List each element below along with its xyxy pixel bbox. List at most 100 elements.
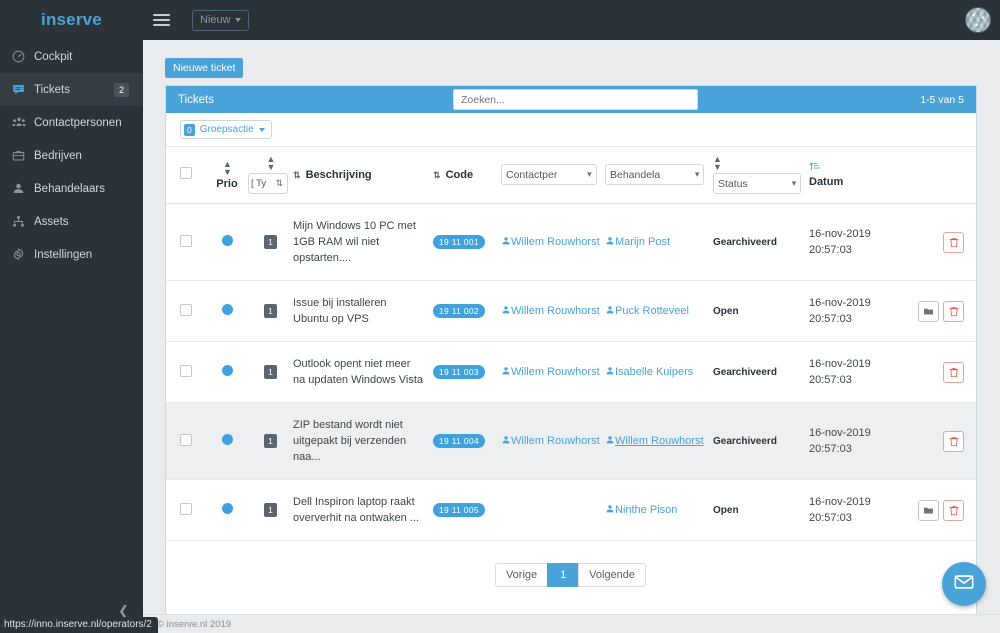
beschrijving-cell[interactable]: Dell Inspiron laptop raakt oververhit na…: [293, 479, 433, 541]
contactpersoon-link[interactable]: Willem Rouwhorst: [511, 365, 600, 380]
search-input[interactable]: [453, 89, 698, 110]
select-all-checkbox[interactable]: [180, 167, 192, 179]
table-row[interactable]: 1 ZIP bestand wordt niet uitgepakt bij ve…: [166, 402, 976, 480]
delete-button[interactable]: [943, 300, 964, 322]
th-prio-label: Prio: [216, 177, 238, 190]
beschrijving-cell[interactable]: ZIP bestand wordt niet uitgepakt bij ver…: [293, 402, 433, 480]
sidebar-item-cockpit[interactable]: Cockpit: [0, 40, 143, 73]
th-status[interactable]: ▲ ▼ Status ▾: [713, 146, 809, 204]
beschrijving-cell[interactable]: Issue bij installeren Ubuntu op VPS: [293, 280, 433, 342]
contactpersoon-cell: Willem Rouwhorst: [501, 341, 605, 403]
sidebar-item-behandelaars[interactable]: Behandelaars: [0, 172, 143, 205]
th-prio[interactable]: ▲ ▼ Prio: [206, 146, 248, 204]
status-filter-select[interactable]: Status ▾: [713, 173, 802, 194]
table-row[interactable]: 1 Issue bij installeren Ubuntu op VPS 19 1…: [166, 280, 976, 342]
row-select-cell: [166, 280, 206, 342]
table-row[interactable]: 1 Dell Inspiron laptop raakt oververhit n…: [166, 479, 976, 541]
type-filter-select[interactable]: [ Ty ⇅: [248, 173, 288, 194]
archive-folder-button[interactable]: [918, 499, 939, 521]
table-toolbar: 0 Groepsactie: [166, 113, 976, 146]
group-action-button[interactable]: 0 Groepsactie: [180, 120, 272, 139]
avatar[interactable]: [965, 7, 991, 33]
type-badge: 1: [264, 365, 277, 379]
sidebar-item-assets[interactable]: Assets: [0, 205, 143, 238]
hamburger-icon[interactable]: [143, 0, 179, 40]
ticket-description: Issue bij installeren Ubuntu op VPS: [293, 297, 387, 325]
contactpersoon-cell: Willem Rouwhorst: [501, 203, 605, 281]
actions-cell: [891, 203, 976, 281]
behandelaar-filter-select[interactable]: Behandela ▾: [605, 164, 705, 185]
behandelaar-icon: [605, 366, 615, 378]
contactpersoon-filter-value: Contactper: [506, 168, 558, 181]
archive-folder-button[interactable]: [918, 300, 939, 322]
th-beschrijving[interactable]: ⇅ Beschrijving: [293, 146, 433, 204]
table-row[interactable]: 1 Mijn Windows 10 PC met 1GB RAM wil niet…: [166, 203, 976, 281]
behandelaar-link[interactable]: Marijn Post: [615, 235, 670, 250]
sidebar-item-contactpersonen[interactable]: Contactpersonen: [0, 106, 143, 139]
ticket-description: Dell Inspiron laptop raakt oververhit na…: [293, 496, 419, 524]
behandelaar-cell: Marijn Post: [605, 203, 713, 281]
priority-dot-icon: [221, 434, 233, 445]
delete-button[interactable]: [943, 361, 964, 383]
th-code-label: Code: [445, 168, 474, 181]
behandelaar-link[interactable]: Willem Rouwhorst: [615, 434, 704, 449]
datum-cell: 16-nov-2019 20:57:03: [809, 280, 891, 342]
beschrijving-cell[interactable]: Mijn Windows 10 PC met 1GB RAM wil niet …: [293, 203, 433, 281]
new-ticket-button[interactable]: Nieuwe ticket: [165, 58, 244, 78]
users-group-icon: [12, 116, 34, 129]
prio-cell: [206, 479, 248, 541]
pagination-prev[interactable]: Vorige: [494, 563, 549, 587]
prio-cell: [206, 280, 248, 342]
sidebar-item-tickets[interactable]: Tickets 2: [0, 73, 143, 106]
delete-button[interactable]: [943, 499, 964, 521]
ticket-code-badge: 19 11 004: [433, 434, 485, 448]
group-action-count: 0: [184, 123, 195, 136]
browser-status-bar: https://inno.inserve.nl/operators/2: [0, 617, 158, 633]
behandelaar-link[interactable]: Ninthe Pison: [615, 503, 677, 518]
contactpersoon-link[interactable]: Willem Rouwhorst: [511, 304, 600, 319]
prio-cell: [206, 203, 248, 281]
row-checkbox[interactable]: [180, 433, 192, 446]
ticket-date: 16-nov-2019 20:57:03: [809, 358, 871, 386]
ticket-description: ZIP bestand wordt niet uitgepakt bij ver…: [293, 419, 407, 463]
group-action-label: Groepsactie: [199, 124, 254, 135]
delete-button[interactable]: [943, 430, 964, 452]
sidebar-item-label: Contactpersonen: [34, 116, 122, 129]
beschrijving-cell[interactable]: Outlook opent niet meer na updaten Windo…: [293, 341, 433, 403]
th-code[interactable]: ⇅ Code: [433, 146, 501, 204]
new-button[interactable]: Nieuw: [192, 9, 249, 31]
actions-cell: [891, 341, 976, 403]
sidebar-item-bedrijven[interactable]: Bedrijven: [0, 139, 143, 172]
tickets-table: ▲ ▼ Prio ▲ ▼ [ Ty ⇅ ⇅ Beschrijving ⇅ Cod…: [166, 146, 976, 541]
contactpersoon-link[interactable]: Willem Rouwhorst: [511, 235, 600, 250]
behandelaar-icon: [605, 435, 615, 447]
ticket-date: 16-nov-2019 20:57:03: [809, 297, 871, 325]
th-type[interactable]: ▲ ▼ [ Ty ⇅: [248, 146, 293, 204]
row-checkbox[interactable]: [180, 234, 192, 247]
pagination-page-1[interactable]: 1: [547, 563, 580, 587]
behandelaar-link[interactable]: Puck Rotteveel: [615, 304, 689, 319]
sort-icon: ⇅: [275, 178, 282, 188]
behandelaar-link[interactable]: Isabelle Kuipers: [615, 365, 693, 380]
contactpersoon-link[interactable]: Willem Rouwhorst: [511, 434, 600, 449]
ticket-date: 16-nov-2019 20:57:03: [809, 228, 871, 256]
th-datum[interactable]: Datum: [809, 146, 891, 204]
row-select-cell: [166, 203, 206, 281]
row-checkbox[interactable]: [180, 364, 192, 377]
delete-button[interactable]: [943, 231, 964, 253]
contact-mail-fab-button[interactable]: [942, 562, 986, 606]
behandelaar-filter-value: Behandela: [610, 168, 661, 181]
th-contactpersoon[interactable]: Contactper ▾: [501, 146, 605, 204]
contactpersoon-filter-select[interactable]: Contactper ▾: [501, 164, 597, 185]
row-checkbox[interactable]: [180, 303, 192, 316]
table-row[interactable]: 1 Outlook opent niet meer na updaten Wind…: [166, 341, 976, 403]
ticket-date: 16-nov-2019 20:57:03: [809, 496, 871, 524]
gear-icon: [12, 248, 34, 261]
chevron-down-icon: ▾: [791, 178, 797, 188]
sidebar-item-instellingen[interactable]: Instellingen: [0, 238, 143, 271]
status-badge: Gearchiveerd: [713, 436, 777, 447]
pagination-next[interactable]: Volgende: [578, 563, 647, 587]
status-badge: Gearchiveerd: [713, 367, 777, 378]
row-checkbox[interactable]: [180, 502, 192, 515]
th-behandelaar[interactable]: Behandela ▾: [605, 146, 713, 204]
